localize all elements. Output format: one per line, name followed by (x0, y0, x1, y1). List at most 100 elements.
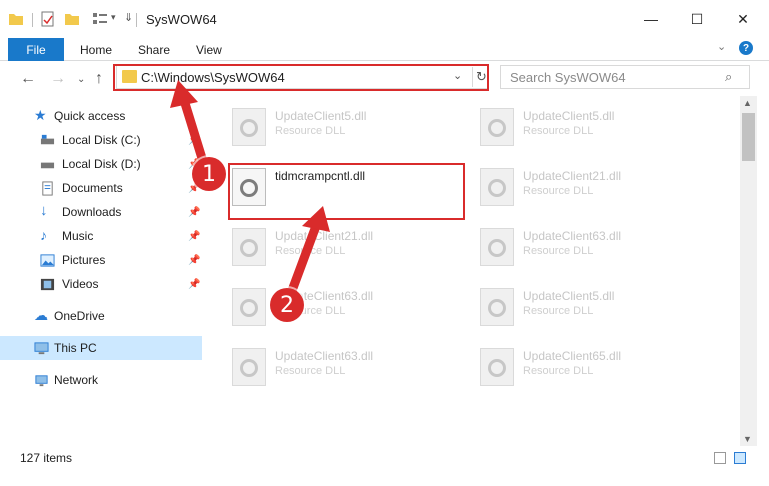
vertical-scrollbar[interactable]: ▲ ▼ (740, 96, 757, 446)
scroll-thumb[interactable] (742, 113, 755, 161)
customize-toolbar-icon[interactable]: ⇓ (124, 11, 133, 24)
file-type: Resource DLL (523, 305, 594, 317)
gear-icon (488, 239, 506, 257)
sidebar-item-local-disk-c[interactable]: Local Disk (C:) 📌 (0, 128, 202, 152)
dll-file-icon (232, 288, 266, 326)
file-highlight-box (228, 163, 465, 220)
sidebar-item-quick-access[interactable]: ★ Quick access (0, 104, 202, 128)
sidebar-item-label: Music (62, 229, 94, 243)
window-title: SysWOW64 (146, 12, 217, 27)
file-item[interactable]: UpdateClient21.dll Resource DLL (226, 220, 466, 270)
file-item[interactable]: UpdateClient63.dll Resource DLL (226, 280, 466, 330)
forward-arrow-icon[interactable]: → (50, 70, 66, 88)
file-name: UpdateClient63.dll (523, 229, 622, 243)
view-details-icon[interactable] (92, 11, 108, 27)
sidebar-item-local-disk-d[interactable]: Local Disk (D:) 📌 (0, 152, 202, 176)
minimize-button[interactable]: — (628, 0, 674, 38)
pin-icon: 📌 (188, 278, 201, 290)
pictures-icon (40, 253, 55, 267)
maximize-button[interactable]: ☐ (674, 0, 720, 38)
pin-icon: 📌 (188, 134, 201, 146)
search-placeholder[interactable]: Search SysWOW64 (510, 70, 626, 85)
network-icon (35, 374, 48, 386)
dll-file-icon (480, 168, 514, 206)
gear-icon (240, 359, 258, 377)
videos-icon (40, 278, 55, 290)
recent-locations-icon[interactable]: ⌄ (77, 74, 85, 85)
pin-icon: 📌 (188, 230, 201, 242)
tab-file[interactable]: File (8, 38, 64, 61)
ribbon-tabs: File Home Share View (0, 38, 769, 61)
gear-icon (488, 119, 506, 137)
new-folder-icon[interactable] (64, 11, 80, 27)
file-type: Resource DLL (275, 245, 346, 257)
sidebar-item-this-pc[interactable]: This PC (0, 336, 202, 360)
close-button[interactable]: ✕ (720, 0, 766, 38)
gear-icon (488, 359, 506, 377)
pin-icon: 📌 (188, 206, 201, 218)
sidebar-item-label: Downloads (62, 205, 122, 219)
file-item[interactable]: UpdateClient65.dll Resource DLL (474, 340, 714, 390)
sidebar-item-label: Quick access (54, 109, 126, 123)
sidebar-item-onedrive[interactable]: ☁ OneDrive (0, 304, 202, 328)
sidebar-item-label: Network (54, 373, 99, 387)
dll-file-icon (232, 348, 266, 386)
sidebar-item-label: This PC (54, 341, 97, 355)
title-separator (136, 13, 137, 27)
status-bar: 127 items (0, 446, 769, 470)
cloud-icon: ☁ (34, 307, 48, 323)
dll-file-icon (480, 228, 514, 266)
up-arrow-icon[interactable]: ↑ (95, 70, 103, 88)
gear-icon (240, 299, 258, 317)
gear-icon (240, 239, 258, 257)
dll-file-icon (232, 228, 266, 266)
drive-icon (40, 134, 55, 144)
sidebar-item-label: Local Disk (D:) (62, 157, 141, 171)
step-2-badge: 2 (270, 288, 304, 322)
star-icon: ★ (34, 107, 47, 123)
sidebar-item-downloads[interactable]: ↓ Downloads 📌 (0, 200, 202, 224)
file-name: UpdateClient65.dll (523, 349, 622, 363)
step-1-badge: 1 (192, 157, 226, 191)
scroll-up-icon[interactable]: ▲ (743, 98, 752, 108)
tab-home[interactable]: Home (80, 38, 112, 61)
scroll-down-icon[interactable]: ▼ (743, 434, 752, 444)
item-count: 127 items (20, 451, 73, 465)
dll-file-icon (480, 108, 514, 146)
sidebar-item-documents[interactable]: Documents 📌 (0, 176, 202, 200)
file-type: Resource DLL (523, 245, 594, 257)
sidebar-item-label: Local Disk (C:) (62, 133, 141, 147)
dll-file-icon (480, 348, 514, 386)
file-item[interactable]: UpdateClient21.dll Resource DLL (474, 160, 714, 210)
sidebar-item-videos[interactable]: Videos 📌 (0, 272, 202, 296)
sidebar-item-pictures[interactable]: Pictures 📌 (0, 248, 202, 272)
sidebar-item-music[interactable]: ♪ Music 📌 (0, 224, 202, 248)
back-arrow-icon[interactable]: ← (20, 70, 36, 88)
file-item[interactable]: UpdateClient63.dll Resource DLL (226, 340, 466, 390)
folder-icon[interactable] (8, 11, 24, 27)
sidebar-item-label: OneDrive (54, 309, 105, 323)
pin-icon: 📌 (188, 254, 201, 266)
file-item[interactable]: UpdateClient5.dll Resource DLL (474, 100, 714, 150)
tab-share[interactable]: Share (138, 38, 170, 61)
search-icon[interactable]: ⌕ (725, 69, 732, 85)
file-item[interactable]: UpdateClient63.dll Resource DLL (474, 220, 714, 270)
chevron-down-icon[interactable]: ▾ (111, 12, 116, 23)
address-highlight-box (113, 64, 489, 91)
large-icons-view-icon[interactable] (734, 452, 746, 464)
file-name: UpdateClient5.dll (275, 109, 367, 123)
file-item[interactable]: UpdateClient5.dll Resource DLL (226, 100, 466, 150)
music-icon: ♪ (40, 227, 47, 243)
file-type: Resource DLL (275, 365, 346, 377)
expand-ribbon-icon[interactable]: ⌄ (717, 40, 726, 53)
sidebar-item-network[interactable]: Network (0, 368, 202, 392)
search-box[interactable]: Search SysWOW64 ⌕ (500, 65, 750, 89)
tab-view[interactable]: View (196, 38, 222, 61)
file-type: Resource DLL (523, 365, 594, 377)
gear-icon (488, 179, 506, 197)
dll-file-icon (480, 288, 514, 326)
help-icon[interactable]: ? (739, 41, 753, 55)
properties-icon[interactable] (40, 11, 56, 27)
file-item[interactable]: UpdateClient5.dll Resource DLL (474, 280, 714, 330)
details-view-icon[interactable] (714, 452, 726, 464)
